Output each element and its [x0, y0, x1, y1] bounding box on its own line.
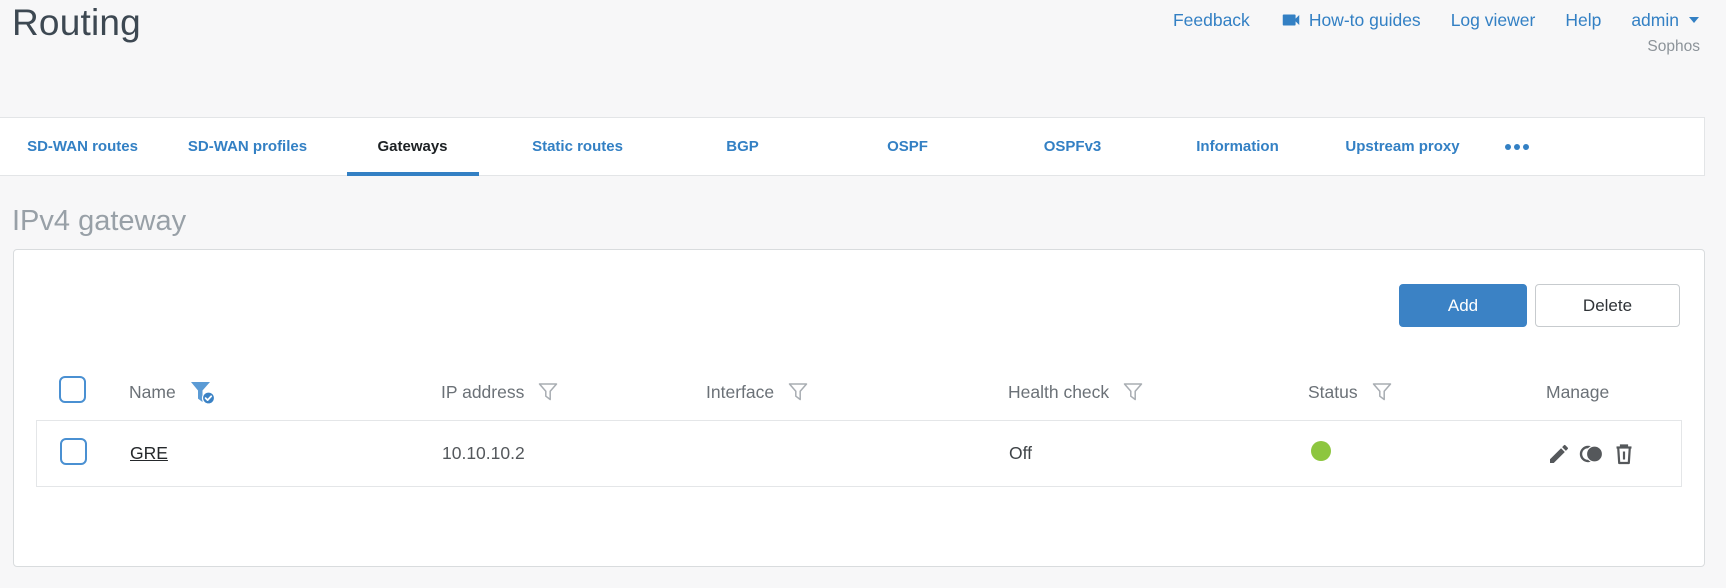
column-interface-label: Interface	[706, 381, 775, 402]
table-row: GRE 10.10.10.2 Off	[36, 420, 1682, 487]
tab-information[interactable]: Information	[1155, 118, 1320, 175]
column-header-interface: Interface	[706, 381, 1008, 403]
tab-upstream-proxy[interactable]: Upstream proxy	[1320, 118, 1485, 175]
column-name-label: Name	[129, 381, 176, 402]
column-health-label: Health check	[1008, 381, 1110, 402]
tab-gateways-label: Gateways	[377, 138, 448, 155]
gateway-name-link[interactable]: GRE	[130, 443, 168, 463]
filter-icon[interactable]	[537, 381, 559, 403]
column-manage-label: Manage	[1546, 381, 1610, 402]
tab-sd-wan-routes[interactable]: SD-WAN routes	[0, 118, 165, 175]
clone-button[interactable]	[1578, 442, 1605, 466]
filter-icon[interactable]	[1371, 381, 1393, 403]
column-header-manage: Manage	[1546, 382, 1682, 403]
column-header-name: Name	[129, 379, 441, 405]
delete-button[interactable]: Delete	[1535, 284, 1680, 327]
help-link[interactable]: Help	[1565, 10, 1601, 31]
caret-down-icon	[1688, 16, 1700, 24]
tab-static-routes[interactable]: Static routes	[495, 118, 660, 175]
table-header-row: Name IP address Interface Health check S…	[36, 364, 1682, 420]
admin-menu-label: admin	[1631, 9, 1679, 30]
brand-label: Sophos	[1647, 38, 1700, 55]
tab-sd-wan-routes-label: SD-WAN routes	[27, 138, 138, 155]
tab-sd-wan-profiles-label: SD-WAN profiles	[187, 138, 308, 155]
log-viewer-link[interactable]: Log viewer	[1451, 10, 1536, 31]
table-actions: Add Delete	[1399, 284, 1680, 327]
how-to-guides-link[interactable]: How-to guides	[1280, 9, 1421, 31]
video-camera-icon	[1280, 9, 1302, 31]
cell-status	[1309, 441, 1547, 466]
trash-icon	[1612, 442, 1636, 466]
header-checkbox-cell	[36, 376, 129, 408]
header-links: Feedback How-to guides Log viewer Help a…	[1173, 9, 1700, 31]
top-header: Routing Feedback How-to guides Log viewe…	[0, 0, 1726, 117]
column-header-ip-address: IP address	[441, 381, 706, 403]
tabs-overflow-button[interactable]	[1485, 118, 1549, 175]
help-label: Help	[1565, 9, 1602, 30]
tab-ospfv3[interactable]: OSPFv3	[990, 118, 1155, 175]
how-to-guides-label: How-to guides	[1308, 9, 1421, 30]
ellipsis-icon	[1505, 143, 1511, 150]
routing-tabs: SD-WAN routes SD-WAN profiles Gateways S…	[0, 117, 1705, 176]
tab-bgp[interactable]: BGP	[660, 118, 825, 175]
ipv4-gateway-card: Add Delete Name IP address Interface Hea…	[13, 249, 1705, 567]
active-tab-underline	[346, 172, 479, 176]
header-right: Feedback How-to guides Log viewer Help a…	[1173, 0, 1700, 117]
cell-name: GRE	[130, 443, 442, 464]
row-checkbox-cell	[37, 437, 130, 470]
filter-icon[interactable]	[1122, 381, 1144, 403]
cell-ip-address: 10.10.10.2	[442, 443, 525, 463]
tab-bgp-label: BGP	[726, 138, 759, 155]
select-all-checkbox[interactable]	[59, 376, 86, 403]
admin-menu[interactable]: admin	[1631, 10, 1700, 31]
tab-ospf[interactable]: OSPF	[825, 118, 990, 175]
pencil-icon	[1547, 442, 1571, 466]
feedback-link-label: Feedback	[1172, 9, 1250, 30]
delete-row-button[interactable]	[1612, 442, 1636, 466]
tab-sd-wan-profiles[interactable]: SD-WAN profiles	[165, 118, 330, 175]
column-ip-label: IP address	[441, 381, 525, 402]
tab-static-routes-label: Static routes	[532, 138, 623, 155]
section-title: IPv4 gateway	[12, 205, 187, 237]
page-title: Routing	[12, 2, 141, 43]
cell-health-check: Off	[1009, 443, 1033, 463]
tab-ospf-label: OSPF	[887, 138, 928, 155]
row-checkbox[interactable]	[60, 437, 87, 465]
tab-upstream-proxy-label: Upstream proxy	[1345, 138, 1460, 155]
status-up-indicator	[1311, 441, 1331, 461]
column-status-label: Status	[1308, 381, 1358, 402]
clone-icon	[1578, 442, 1605, 466]
tabbar-wrap: SD-WAN routes SD-WAN profiles Gateways S…	[0, 117, 1726, 176]
ellipsis-icon	[1514, 143, 1520, 150]
column-header-health-check: Health check	[1008, 381, 1308, 403]
ellipsis-icon	[1523, 143, 1529, 150]
tab-ospfv3-label: OSPFv3	[1043, 138, 1102, 155]
filter-icon[interactable]	[787, 381, 809, 403]
feedback-link[interactable]: Feedback	[1173, 10, 1250, 31]
add-button[interactable]: Add	[1399, 284, 1527, 327]
filter-active-icon[interactable]	[189, 379, 216, 405]
edit-button[interactable]	[1547, 442, 1571, 466]
tab-information-label: Information	[1196, 138, 1279, 155]
column-header-status: Status	[1308, 381, 1546, 403]
log-viewer-label: Log viewer	[1450, 9, 1536, 30]
cell-manage	[1547, 442, 1681, 466]
tab-gateways[interactable]: Gateways	[330, 118, 495, 176]
